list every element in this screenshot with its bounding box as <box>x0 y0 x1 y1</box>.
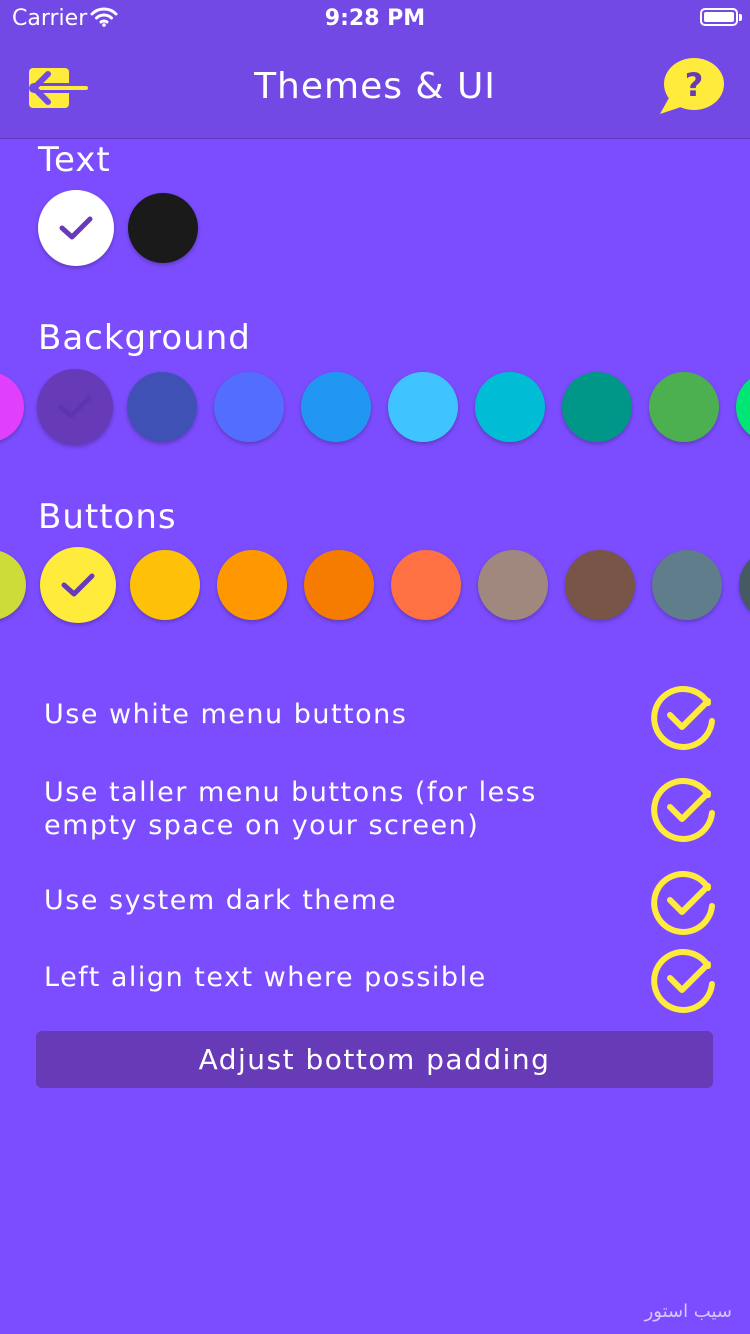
option-white-menu-buttons-label: Use white menu buttons <box>44 699 408 730</box>
section-label-text: Text <box>38 140 111 180</box>
swatch-button-selected[interactable] <box>40 547 116 623</box>
checkmark-icon <box>59 216 93 240</box>
adjust-bottom-padding-button[interactable]: Adjust bottom padding <box>36 1031 713 1088</box>
swatch-text-black[interactable] <box>128 193 198 263</box>
toggle-white-menu-buttons[interactable] <box>650 681 720 751</box>
swatch-background-selected[interactable] <box>37 369 113 445</box>
section-label-buttons: Buttons <box>38 497 177 537</box>
check-circle-icon <box>651 685 715 750</box>
text-swatch-row <box>0 183 750 273</box>
check-circle-icon <box>651 948 715 1013</box>
swatch-background[interactable] <box>301 372 371 442</box>
swatch-background[interactable] <box>214 372 284 442</box>
checkmark-icon <box>58 395 92 419</box>
swatch-button[interactable] <box>391 550 461 620</box>
option-taller-menu-buttons-label: Use taller menu buttons (for less empty … <box>44 777 537 841</box>
watermark: سیب استور <box>644 1301 732 1322</box>
swatch-button[interactable] <box>130 550 200 620</box>
header-bar: Themes & UI ? <box>0 40 750 139</box>
option-left-align-text-label: Left align text where possible <box>44 962 487 993</box>
toggle-system-dark-theme[interactable] <box>650 866 720 936</box>
help-bubble-icon: ? <box>660 58 724 114</box>
status-time: 9:28 PM <box>324 6 426 31</box>
buttons-swatch-row <box>0 540 750 630</box>
status-bar: Carrier 9:28 PM <box>0 0 750 40</box>
checkmark-icon <box>61 573 95 597</box>
swatch-background[interactable] <box>736 372 750 442</box>
toggle-left-align-text[interactable] <box>650 944 720 1014</box>
section-label-background: Background <box>38 318 251 358</box>
swatch-button[interactable] <box>217 550 287 620</box>
battery-icon <box>700 8 742 26</box>
background-swatch-row <box>0 362 750 452</box>
page-title: Themes & UI <box>254 66 496 107</box>
svg-text:?: ? <box>685 66 704 104</box>
swatch-background[interactable] <box>475 372 545 442</box>
swatch-background[interactable] <box>649 372 719 442</box>
swatch-background[interactable] <box>127 372 197 442</box>
swatch-button[interactable] <box>304 550 374 620</box>
help-button[interactable]: ? <box>656 56 728 120</box>
swatch-button[interactable] <box>478 550 548 620</box>
swatch-button[interactable] <box>739 550 750 620</box>
check-circle-icon <box>651 870 715 935</box>
check-circle-icon <box>651 777 715 842</box>
swatch-text-white[interactable] <box>38 190 114 266</box>
swatch-button[interactable] <box>565 550 635 620</box>
toggle-taller-menu-buttons[interactable] <box>650 773 720 843</box>
swatch-button[interactable] <box>652 550 722 620</box>
swatch-background[interactable] <box>0 372 24 442</box>
swatch-button[interactable] <box>0 550 26 620</box>
swatch-background[interactable] <box>562 372 632 442</box>
swatch-background[interactable] <box>388 372 458 442</box>
option-system-dark-theme-label: Use system dark theme <box>44 885 397 916</box>
